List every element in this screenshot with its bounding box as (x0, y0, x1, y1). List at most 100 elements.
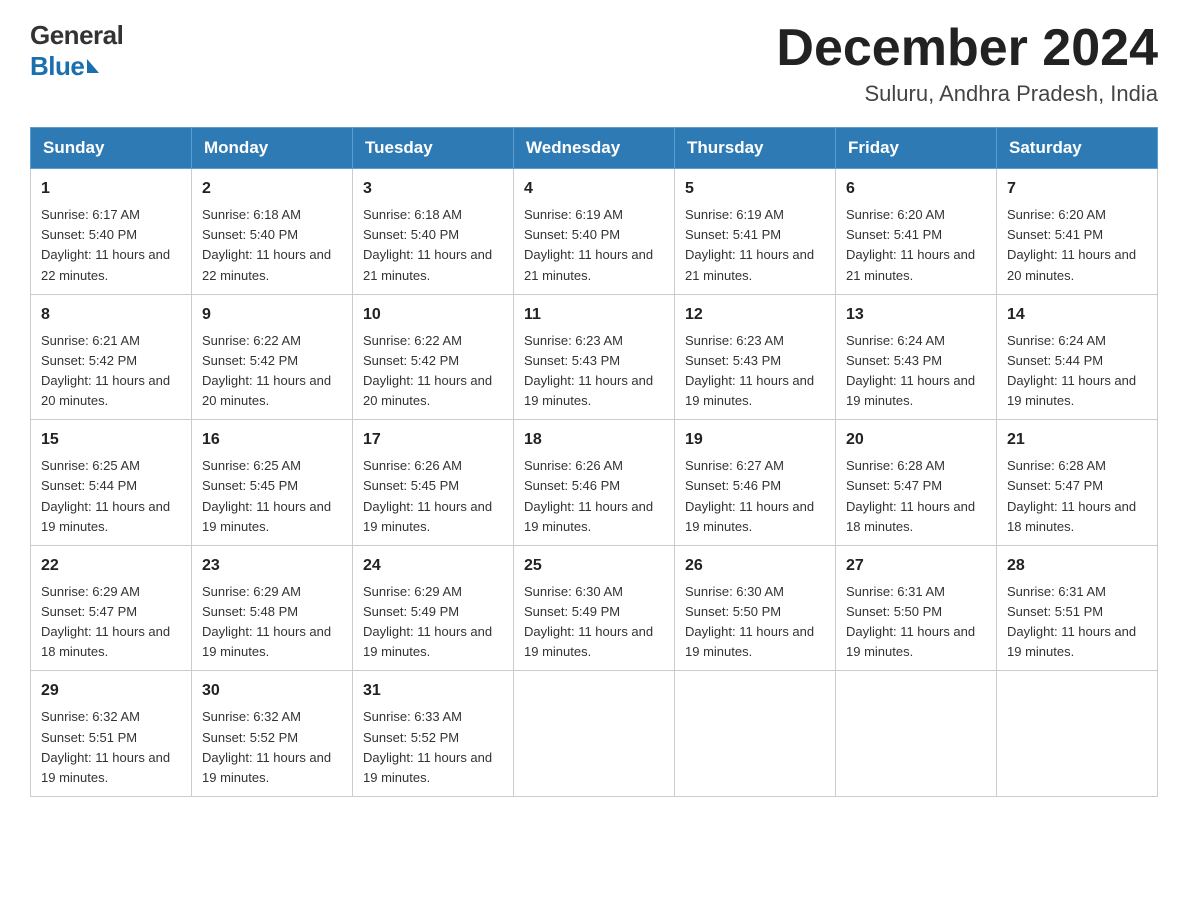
day-number: 19 (685, 428, 825, 452)
calendar-day-cell: 19 Sunrise: 6:27 AMSunset: 5:46 PMDayligh… (675, 420, 836, 546)
day-info: Sunrise: 6:24 AMSunset: 5:44 PMDaylight:… (1007, 333, 1136, 408)
day-info: Sunrise: 6:31 AMSunset: 5:50 PMDaylight:… (846, 584, 975, 659)
calendar-day-cell: 9Sunrise: 6:22 AMSunset: 5:42 PMDaylight… (192, 294, 353, 420)
calendar-day-cell: 17 Sunrise: 6:26 AMSunset: 5:45 PMDayligh… (353, 420, 514, 546)
weekday-header-thursday: Thursday (675, 128, 836, 169)
day-info: Sunrise: 6:26 AMSunset: 5:46 PMDaylight:… (524, 458, 653, 533)
day-info: Sunrise: 6:30 AMSunset: 5:50 PMDaylight:… (685, 584, 814, 659)
day-info: Sunrise: 6:28 AMSunset: 5:47 PMDaylight:… (1007, 458, 1136, 533)
calendar-day-cell: 13 Sunrise: 6:24 AMSunset: 5:43 PMDayligh… (836, 294, 997, 420)
logo-text: General Blue (30, 20, 123, 82)
day-number: 8 (41, 303, 181, 327)
calendar-day-cell: 5 Sunrise: 6:19 AMSunset: 5:41 PMDaylight… (675, 169, 836, 295)
day-number: 20 (846, 428, 986, 452)
day-number: 31 (363, 679, 503, 703)
weekday-header-row: SundayMondayTuesdayWednesdayThursdayFrid… (31, 128, 1158, 169)
calendar-day-cell: 4 Sunrise: 6:19 AMSunset: 5:40 PMDaylight… (514, 169, 675, 295)
day-info: Sunrise: 6:25 AMSunset: 5:45 PMDaylight:… (202, 458, 331, 533)
calendar-day-cell: 18 Sunrise: 6:26 AMSunset: 5:46 PMDayligh… (514, 420, 675, 546)
logo-arrow-icon (87, 59, 99, 73)
day-info: Sunrise: 6:27 AMSunset: 5:46 PMDaylight:… (685, 458, 814, 533)
weekday-header-tuesday: Tuesday (353, 128, 514, 169)
page-header: General Blue December 2024 Suluru, Andhr… (30, 20, 1158, 107)
calendar-day-cell: 1Sunrise: 6:17 AMSunset: 5:40 PMDaylight… (31, 169, 192, 295)
day-number: 2 (202, 177, 342, 201)
day-info: Sunrise: 6:30 AMSunset: 5:49 PMDaylight:… (524, 584, 653, 659)
calendar-day-cell: 30Sunrise: 6:32 AMSunset: 5:52 PMDayligh… (192, 671, 353, 797)
day-number: 14 (1007, 303, 1147, 327)
day-number: 23 (202, 554, 342, 578)
day-info: Sunrise: 6:24 AMSunset: 5:43 PMDaylight:… (846, 333, 975, 408)
calendar-day-cell: 10Sunrise: 6:22 AMSunset: 5:42 PMDayligh… (353, 294, 514, 420)
day-number: 15 (41, 428, 181, 452)
day-number: 18 (524, 428, 664, 452)
weekday-header-saturday: Saturday (997, 128, 1158, 169)
day-info: Sunrise: 6:28 AMSunset: 5:47 PMDaylight:… (846, 458, 975, 533)
calendar-table: SundayMondayTuesdayWednesdayThursdayFrid… (30, 127, 1158, 797)
day-number: 24 (363, 554, 503, 578)
day-info: Sunrise: 6:22 AMSunset: 5:42 PMDaylight:… (363, 333, 492, 408)
calendar-day-cell: 11 Sunrise: 6:23 AMSunset: 5:43 PMDayligh… (514, 294, 675, 420)
calendar-day-cell: 2 Sunrise: 6:18 AMSunset: 5:40 PMDaylight… (192, 169, 353, 295)
day-number: 6 (846, 177, 986, 201)
calendar-day-cell: 7 Sunrise: 6:20 AMSunset: 5:41 PMDaylight… (997, 169, 1158, 295)
day-number: 11 (524, 303, 664, 327)
day-number: 16 (202, 428, 342, 452)
calendar-day-cell: 26 Sunrise: 6:30 AMSunset: 5:50 PMDayligh… (675, 545, 836, 671)
day-info: Sunrise: 6:19 AMSunset: 5:41 PMDaylight:… (685, 207, 814, 282)
calendar-week-row: 1Sunrise: 6:17 AMSunset: 5:40 PMDaylight… (31, 169, 1158, 295)
calendar-day-cell: 15 Sunrise: 6:25 AMSunset: 5:44 PMDayligh… (31, 420, 192, 546)
calendar-day-cell (514, 671, 675, 797)
calendar-week-row: 29 Sunrise: 6:32 AMSunset: 5:51 PMDayligh… (31, 671, 1158, 797)
day-number: 7 (1007, 177, 1147, 201)
day-info: Sunrise: 6:33 AMSunset: 5:52 PMDaylight:… (363, 709, 492, 784)
logo-general: General (30, 20, 123, 51)
logo: General Blue (30, 20, 123, 82)
calendar-day-cell: 25Sunrise: 6:30 AMSunset: 5:49 PMDayligh… (514, 545, 675, 671)
day-info: Sunrise: 6:21 AMSunset: 5:42 PMDaylight:… (41, 333, 170, 408)
calendar-day-cell: 6 Sunrise: 6:20 AMSunset: 5:41 PMDaylight… (836, 169, 997, 295)
calendar-week-row: 22 Sunrise: 6:29 AMSunset: 5:47 PMDayligh… (31, 545, 1158, 671)
day-info: Sunrise: 6:31 AMSunset: 5:51 PMDaylight:… (1007, 584, 1136, 659)
day-number: 1 (41, 177, 181, 201)
day-number: 22 (41, 554, 181, 578)
calendar-day-cell (836, 671, 997, 797)
day-info: Sunrise: 6:29 AMSunset: 5:49 PMDaylight:… (363, 584, 492, 659)
day-number: 29 (41, 679, 181, 703)
day-number: 5 (685, 177, 825, 201)
day-info: Sunrise: 6:32 AMSunset: 5:51 PMDaylight:… (41, 709, 170, 784)
day-info: Sunrise: 6:29 AMSunset: 5:47 PMDaylight:… (41, 584, 170, 659)
day-number: 13 (846, 303, 986, 327)
day-info: Sunrise: 6:20 AMSunset: 5:41 PMDaylight:… (846, 207, 975, 282)
weekday-header-wednesday: Wednesday (514, 128, 675, 169)
weekday-header-monday: Monday (192, 128, 353, 169)
calendar-day-cell: 22 Sunrise: 6:29 AMSunset: 5:47 PMDayligh… (31, 545, 192, 671)
location-subtitle: Suluru, Andhra Pradesh, India (776, 81, 1158, 107)
calendar-day-cell: 8 Sunrise: 6:21 AMSunset: 5:42 PMDaylight… (31, 294, 192, 420)
day-info: Sunrise: 6:26 AMSunset: 5:45 PMDaylight:… (363, 458, 492, 533)
calendar-day-cell: 16 Sunrise: 6:25 AMSunset: 5:45 PMDayligh… (192, 420, 353, 546)
day-info: Sunrise: 6:32 AMSunset: 5:52 PMDaylight:… (202, 709, 331, 784)
title-section: December 2024 Suluru, Andhra Pradesh, In… (776, 20, 1158, 107)
day-info: Sunrise: 6:18 AMSunset: 5:40 PMDaylight:… (363, 207, 492, 282)
day-number: 17 (363, 428, 503, 452)
day-info: Sunrise: 6:18 AMSunset: 5:40 PMDaylight:… (202, 207, 331, 282)
calendar-day-cell (997, 671, 1158, 797)
calendar-week-row: 15 Sunrise: 6:25 AMSunset: 5:44 PMDayligh… (31, 420, 1158, 546)
day-number: 12 (685, 303, 825, 327)
calendar-day-cell: 14 Sunrise: 6:24 AMSunset: 5:44 PMDayligh… (997, 294, 1158, 420)
day-info: Sunrise: 6:20 AMSunset: 5:41 PMDaylight:… (1007, 207, 1136, 282)
calendar-day-cell: 28 Sunrise: 6:31 AMSunset: 5:51 PMDayligh… (997, 545, 1158, 671)
day-info: Sunrise: 6:25 AMSunset: 5:44 PMDaylight:… (41, 458, 170, 533)
day-number: 4 (524, 177, 664, 201)
month-title: December 2024 (776, 20, 1158, 77)
calendar-day-cell: 27Sunrise: 6:31 AMSunset: 5:50 PMDayligh… (836, 545, 997, 671)
logo-blue: Blue (30, 51, 84, 82)
weekday-header-friday: Friday (836, 128, 997, 169)
day-info: Sunrise: 6:19 AMSunset: 5:40 PMDaylight:… (524, 207, 653, 282)
day-info: Sunrise: 6:23 AMSunset: 5:43 PMDaylight:… (524, 333, 653, 408)
day-info: Sunrise: 6:23 AMSunset: 5:43 PMDaylight:… (685, 333, 814, 408)
day-number: 26 (685, 554, 825, 578)
day-number: 21 (1007, 428, 1147, 452)
day-number: 28 (1007, 554, 1147, 578)
